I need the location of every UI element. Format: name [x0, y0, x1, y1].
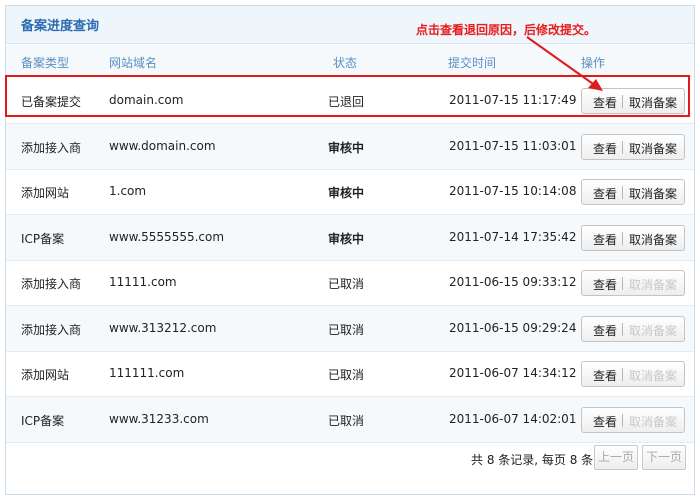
- annotation-note: 点击查看退回原因，后修改提交。: [416, 23, 597, 37]
- view-button[interactable]: 查看: [593, 413, 617, 430]
- cell-type: 添加接入商: [21, 277, 82, 291]
- table-row: 添加接入商 11111.com 已取消 2011-06-15 09:33:12 查看 取消…: [6, 260, 694, 306]
- status-badge: 审核中: [328, 140, 365, 155]
- cell-time: 2011-07-15 11:17:49: [449, 93, 577, 107]
- table-row: 添加网站 111111.com 已取消 2011-06-07 14:34:12 查看 取消…: [6, 351, 694, 397]
- view-button[interactable]: 查看: [593, 231, 617, 248]
- view-button[interactable]: 查看: [593, 94, 617, 111]
- action-buttons: 查看 取消备案: [581, 224, 685, 251]
- status-badge: 已退回: [328, 95, 365, 109]
- table-row: ICP备案 www.5555555.com 审核中 2011-07-14 17:35:…: [6, 214, 694, 261]
- cell-domain: www.31233.com: [109, 411, 209, 426]
- button-divider: [622, 231, 623, 245]
- status-badge: 审核中: [328, 231, 365, 246]
- view-button[interactable]: 查看: [593, 276, 617, 293]
- status-badge: 审核中: [328, 186, 365, 200]
- cell-domain: www.313212.com: [109, 320, 217, 335]
- cell-type: 添加接入商: [21, 322, 82, 337]
- status-badge: 已取消: [328, 413, 365, 428]
- table-row: 已备案提交 domain.com 已退回 2011-07-15 11:17:49 查看取…: [6, 78, 694, 124]
- cell-time: 2011-07-15 11:03:01: [449, 138, 577, 153]
- status-badge: 已取消: [328, 368, 365, 382]
- cell-time: 2011-06-07 14:34:12: [449, 366, 577, 380]
- table-row: 添加接入商 www.313212.com 已取消 2011-06-15 09:29:2…: [6, 305, 694, 352]
- action-buttons: 查看 取消备案: [581, 406, 685, 433]
- cancel-record-button[interactable]: 取消备案: [629, 231, 677, 248]
- prev-page-button[interactable]: 上一页: [594, 445, 638, 470]
- cell-time: 2011-07-14 17:35:42: [449, 229, 577, 244]
- next-page-button[interactable]: 下一页: [642, 445, 686, 470]
- cancel-record-button: 取消备案: [629, 369, 678, 383]
- cancel-record-button: 取消备案: [629, 278, 678, 292]
- button-divider: [622, 186, 623, 199]
- cell-type: 添加网站: [21, 186, 70, 200]
- cell-time: 2011-06-15 09:33:12: [449, 275, 577, 289]
- table-header: 备案类型 网站域名 状态 提交时间 操作: [6, 45, 694, 77]
- view-button[interactable]: 查看: [593, 185, 617, 202]
- button-divider: [622, 95, 623, 108]
- cell-domain: www.5555555.com: [109, 229, 225, 244]
- view-button[interactable]: 查看: [593, 322, 617, 339]
- action-buttons: 查看 取消备案: [581, 270, 685, 296]
- table-row: 添加网站 1.com 审核中 2011-07-15 10:14:08 查看 取消备案: [6, 169, 694, 215]
- cell-domain: domain.com: [109, 93, 184, 107]
- cancel-record-button: 取消备案: [629, 414, 678, 429]
- cell-type: ICP备案: [21, 231, 65, 246]
- cell-time: 2011-07-15 10:14:08: [449, 184, 577, 198]
- status-badge: 已取消: [328, 277, 365, 291]
- cancel-record-button: 取消备案: [629, 323, 678, 338]
- cell-time: 2011-06-07 14:02:01: [449, 411, 577, 426]
- panel-header: 备案进度查询 点击查看退回原因，后修改提交。: [6, 6, 694, 44]
- column-header-time: 提交时间: [448, 56, 497, 70]
- cell-type: ICP备案: [21, 413, 65, 428]
- action-buttons: 查看 取消备案: [581, 133, 685, 160]
- cell-type: 已备案提交: [21, 95, 82, 109]
- cancel-record-button[interactable]: 取消备案: [629, 140, 677, 157]
- record-progress-panel: 备案进度查询 点击查看退回原因，后修改提交。 备案类型 网站域名 状态 提交时间…: [5, 5, 695, 495]
- button-divider: [622, 322, 623, 336]
- cell-type: 添加接入商: [21, 140, 82, 155]
- button-divider: [622, 368, 623, 381]
- view-button[interactable]: 查看: [593, 367, 617, 384]
- cell-domain: 11111.com: [109, 275, 177, 289]
- column-header-type: 备案类型: [21, 56, 70, 70]
- action-buttons: 查看 取消备案: [581, 315, 685, 342]
- table-footer: 共 8 条记录, 每页 8 条 上一页 下一页: [6, 432, 694, 494]
- button-divider: [622, 413, 623, 427]
- column-header-domain: 网站域名: [109, 56, 158, 70]
- action-buttons: 查看 取消备案: [581, 88, 685, 114]
- column-header-status: 状态: [333, 56, 358, 70]
- cancel-record-button[interactable]: 取消备案: [629, 185, 677, 202]
- column-header-action: 操作: [581, 56, 606, 70]
- panel-title: 备案进度查询: [21, 19, 100, 34]
- button-divider: [622, 277, 623, 290]
- button-divider: [622, 140, 623, 154]
- status-badge: 已取消: [328, 322, 365, 337]
- cell-domain: www.domain.com: [109, 138, 216, 153]
- view-button[interactable]: 查看: [593, 140, 617, 157]
- table-row: 添加接入商 www.domain.com 审核中 2011-07-15 11:03:0…: [6, 123, 694, 170]
- cell-type: 添加网站: [21, 368, 70, 382]
- cell-time: 2011-06-15 09:29:24: [449, 320, 577, 335]
- cancel-record-button[interactable]: 取消备案: [629, 94, 677, 111]
- action-buttons: 查看 取消备案: [581, 179, 685, 205]
- record-summary: 共 8 条记录, 每页 8 条: [471, 453, 594, 467]
- action-buttons: 查看 取消备案: [581, 361, 685, 387]
- cell-domain: 1.com: [109, 184, 147, 198]
- cell-domain: 111111.com: [109, 366, 185, 380]
